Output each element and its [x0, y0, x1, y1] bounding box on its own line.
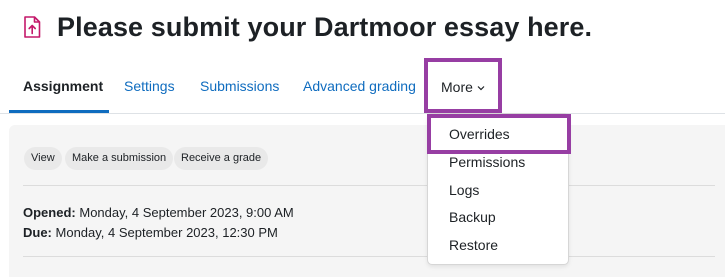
opened-label: Opened: — [23, 205, 76, 220]
secondary-navigation: Assignment Settings Submissions Advanced… — [0, 62, 725, 114]
tab-submissions[interactable]: Submissions — [200, 62, 279, 113]
menu-item-restore[interactable]: Restore — [449, 237, 498, 253]
tab-advanced-grading[interactable]: Advanced grading — [303, 62, 416, 113]
menu-item-permissions[interactable]: Permissions — [449, 154, 525, 170]
view-button[interactable]: View — [24, 147, 62, 170]
divider — [23, 256, 715, 257]
highlight-box-overrides — [427, 114, 571, 154]
page-title: Please submit your Dartmoor essay here. — [57, 11, 593, 42]
opened-date: Opened: Monday, 4 September 2023, 9:00 A… — [23, 205, 294, 220]
activity-header: View Make a submission Receive a grade O… — [9, 125, 725, 277]
highlight-box-more — [424, 58, 502, 113]
make-submission-button[interactable]: Make a submission — [65, 147, 174, 170]
page-header: Please submit your Dartmoor essay here. — [22, 10, 592, 44]
assignment-upload-icon — [22, 15, 42, 39]
receive-grade-button[interactable]: Receive a grade — [174, 147, 269, 170]
due-label: Due: — [23, 225, 52, 240]
due-date: Due: Monday, 4 September 2023, 12:30 PM — [23, 225, 278, 240]
divider — [23, 185, 715, 186]
menu-item-logs[interactable]: Logs — [449, 182, 479, 198]
menu-item-backup[interactable]: Backup — [449, 209, 496, 225]
active-tab-indicator — [9, 110, 109, 113]
tab-settings[interactable]: Settings — [124, 62, 175, 113]
due-value: Monday, 4 September 2023, 12:30 PM — [55, 225, 278, 240]
tab-assignment[interactable]: Assignment — [23, 62, 103, 113]
opened-value: Monday, 4 September 2023, 9:00 AM — [79, 205, 294, 220]
